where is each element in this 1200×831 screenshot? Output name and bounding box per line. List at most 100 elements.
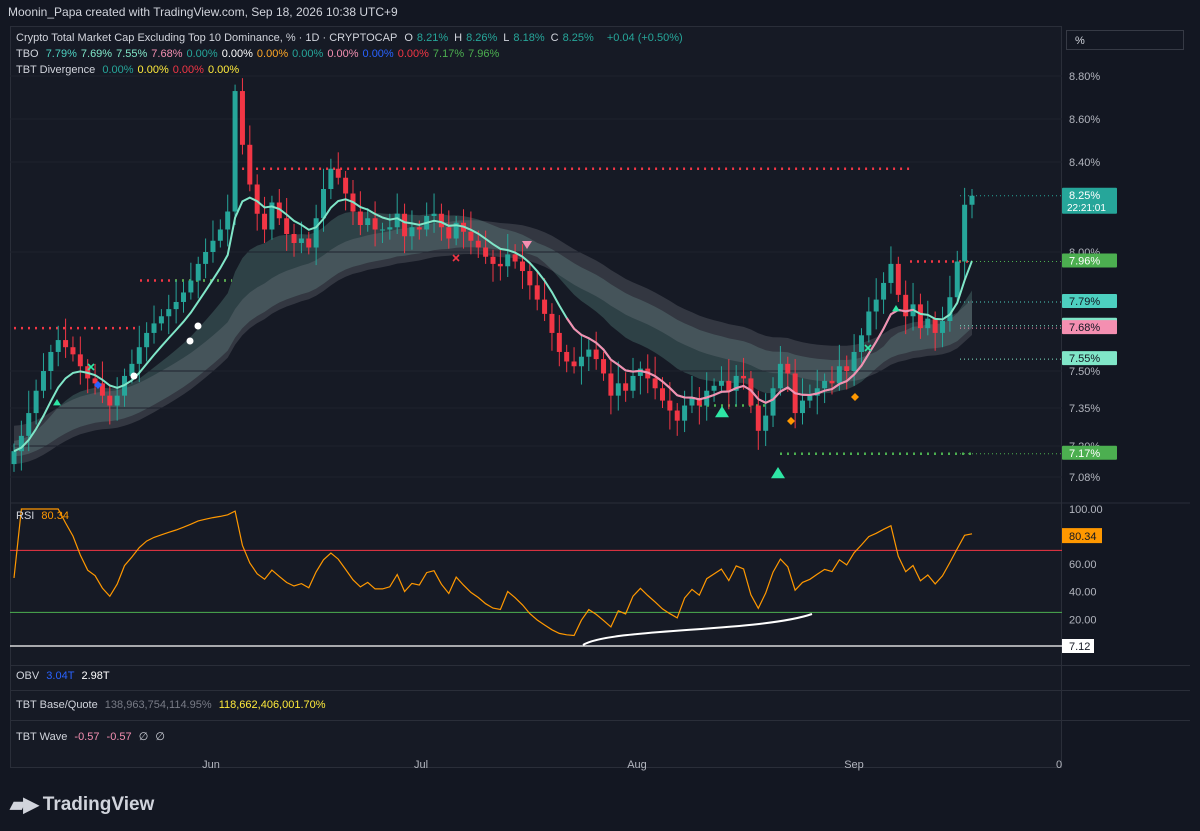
candle-body xyxy=(247,144,253,185)
time-axis-tick: Sep xyxy=(844,759,864,771)
candle-body xyxy=(932,318,938,333)
candle-body xyxy=(807,395,813,401)
price-axis-tick: 8.80% xyxy=(1069,71,1100,83)
tradingview-logo[interactable]: ▰▶ TradingView xyxy=(10,792,154,817)
divergence-diamond xyxy=(851,393,859,401)
rsi-axis-tick: 100.00 xyxy=(1069,504,1103,516)
candle-body xyxy=(519,261,525,272)
candle-body xyxy=(409,227,415,237)
candle-body xyxy=(844,366,850,371)
candle-body xyxy=(858,335,864,352)
ohlc-value: 8.21% xyxy=(416,32,449,44)
candle-body xyxy=(903,294,909,317)
tbo-value: 0.00% xyxy=(362,48,394,60)
bull-signal-dot xyxy=(130,372,138,380)
candle-body xyxy=(925,318,931,329)
price-axis-labels: 8.80%8.60%8.40%8.00%7.50%7.35%7.20%7.08%… xyxy=(960,71,1117,484)
candle-body xyxy=(173,301,179,310)
candle-body xyxy=(659,388,665,401)
candle-body xyxy=(55,340,61,352)
candle-body xyxy=(630,375,636,391)
candle-body xyxy=(615,383,621,396)
candle-body xyxy=(394,213,400,228)
pane-divider[interactable] xyxy=(10,665,1190,666)
candle-body xyxy=(483,247,489,257)
candle-body xyxy=(328,168,334,189)
ohlc-key: O xyxy=(404,32,413,44)
tbt-divergence-value: 0.00% xyxy=(172,64,204,76)
candle-body xyxy=(940,321,946,333)
candle-body xyxy=(674,410,680,421)
candle-body xyxy=(527,271,533,286)
tbt-divergence-legend[interactable]: TBT Divergence 0.00% 0.00% 0.00% 0.00% xyxy=(16,64,247,76)
candle-body xyxy=(33,390,39,414)
chart-window: Moonin_Papa created with TradingView.com… xyxy=(0,0,1200,831)
tbt-wave-value-1: -0.57 xyxy=(74,731,100,743)
pane-divider[interactable] xyxy=(10,690,1190,691)
candle-body xyxy=(954,261,960,298)
tbo-value: 7.55% xyxy=(116,48,148,60)
candle-body xyxy=(623,383,629,391)
candle-body xyxy=(188,280,194,293)
obv-legend[interactable]: OBV 3.04T 2.98T xyxy=(16,670,114,682)
candle-body xyxy=(763,415,769,431)
support-resistance-levels xyxy=(14,167,975,455)
candle-body xyxy=(77,354,83,367)
candle-body xyxy=(571,361,577,367)
candle-body xyxy=(770,388,776,416)
candle-body xyxy=(321,189,327,219)
time-axis-tick: 0 xyxy=(1056,759,1062,771)
tbt-divergence-values: 0.00% 0.00% 0.00% 0.00% xyxy=(102,64,243,76)
pane-divider[interactable] xyxy=(10,720,1190,721)
candle-body xyxy=(601,359,607,374)
rsi-pane: 100.0080.0060.0040.0020.0080.347.12 xyxy=(10,502,1190,653)
symbol-legend[interactable]: Crypto Total Market Cap Excluding Top 10… xyxy=(16,32,687,44)
tbo-value: 0.00% xyxy=(221,48,253,60)
price-axis-tick: 8.60% xyxy=(1069,114,1100,126)
tbo-value: 0.00% xyxy=(397,48,429,60)
tbt-wave-legend[interactable]: TBT Wave -0.57 -0.57 ∅ ∅ xyxy=(16,730,169,743)
candle-body xyxy=(151,323,157,333)
rsi-marker-tag-label: 7.12 xyxy=(1069,641,1090,653)
tbt-divergence-value: 0.00% xyxy=(137,64,169,76)
candle-body xyxy=(11,451,17,465)
candle-body xyxy=(741,375,747,379)
price-tag-label: 8.25% xyxy=(1069,190,1100,202)
candle-body xyxy=(26,413,32,436)
tbo-value: 7.17% xyxy=(432,48,465,60)
ohlc-value: 8.18% xyxy=(513,32,545,44)
candle-body xyxy=(136,347,142,364)
candle-body xyxy=(549,313,555,333)
candle-body xyxy=(578,356,584,367)
candle-body xyxy=(512,254,518,262)
candle-body xyxy=(497,263,503,267)
divergence-diamond xyxy=(787,417,795,425)
base-quote-value-2: 118,662,406,001.70% xyxy=(218,699,326,711)
cross-signal xyxy=(452,254,460,262)
rsi-label: RSI xyxy=(16,510,35,522)
candle-body xyxy=(542,299,548,314)
candle-body xyxy=(70,347,76,355)
rsi-legend[interactable]: RSI 80.34 xyxy=(16,510,73,522)
price-tag-countdown: 22:21:01 xyxy=(1067,203,1106,214)
candle-body xyxy=(881,282,887,300)
candle-body xyxy=(755,405,761,431)
candle-body xyxy=(873,299,879,312)
tbo-legend[interactable]: TBO 7.79% 7.69% 7.55% 7.68% 0.00% 0.00% 0.00% 0… xyxy=(16,48,507,60)
candle-body xyxy=(711,385,717,391)
price-tag-label: 7.17% xyxy=(1069,448,1100,460)
tbo-value: 0.00% xyxy=(292,48,324,60)
candle-body xyxy=(48,351,54,371)
candle-body xyxy=(969,195,975,205)
tbt-wave-value-3: ∅ xyxy=(138,731,149,743)
candle-body xyxy=(438,213,444,228)
price-change: +0.04 (+0.50%) xyxy=(606,32,683,44)
candle-body xyxy=(534,285,540,300)
tbt-wave-label: TBT Wave xyxy=(16,731,68,743)
price-tag-label: 7.79% xyxy=(1069,296,1100,308)
price-axis-tick: 7.35% xyxy=(1069,403,1100,415)
base-quote-legend[interactable]: TBT Base/Quote 138,963,754,114.95% 118,6… xyxy=(16,699,330,711)
candle-body xyxy=(306,238,312,248)
candle-body xyxy=(490,256,496,264)
bull-signal-dot xyxy=(186,337,194,345)
